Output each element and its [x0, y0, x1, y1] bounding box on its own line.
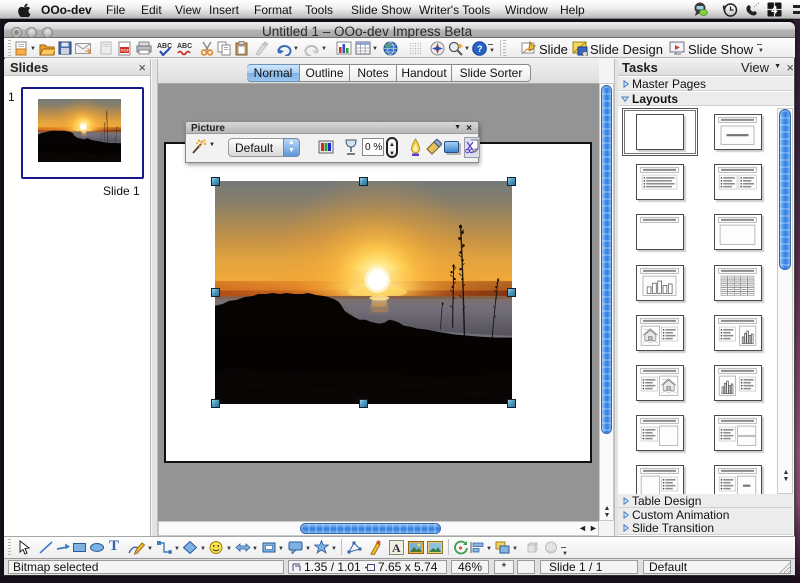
svg-text:?: ?	[477, 44, 483, 54]
svg-text:4: 4	[771, 5, 778, 17]
svg-text:ABC: ABC	[177, 43, 192, 50]
svg-text:PDF: PDF	[121, 48, 130, 53]
svg-text:A: A	[392, 541, 401, 555]
